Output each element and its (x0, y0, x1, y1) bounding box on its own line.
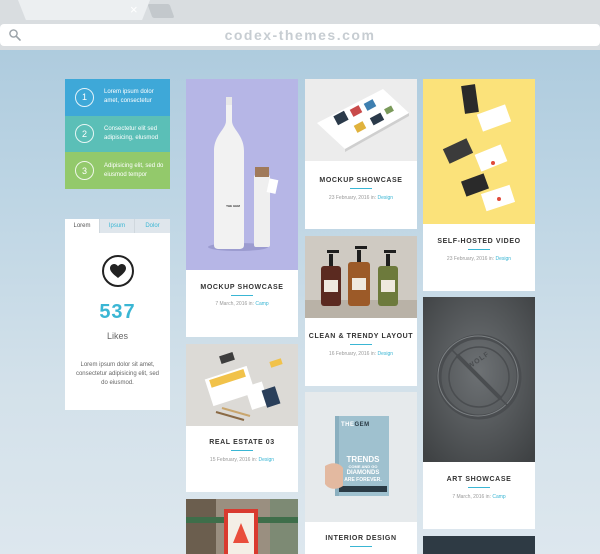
card-date: 16 February, 2016 in: (328, 351, 377, 357)
list-item[interactable]: 1 Lorem ipsum dolor amet, consectetur (65, 79, 170, 116)
browser-chrome: × codex-themes.com (0, 0, 600, 50)
likes-description: Lorem ipsum dolor sit amet, consectetur … (75, 362, 160, 386)
card-date: 23 February, 2016 in: (446, 256, 495, 262)
title-divider (231, 295, 253, 296)
title-divider (350, 546, 372, 547)
title-divider (468, 249, 490, 250)
card-image-business-cards (423, 79, 535, 224)
card-meta: 23 February, 2016 in: Design (423, 256, 535, 262)
step-text: Adipisicing elit, sed do eiusmod tempor (104, 162, 164, 178)
likes-label: Likes (106, 331, 128, 341)
step-text: Consectetur elit sed adipisicing, elusmo… (104, 125, 159, 141)
likes-tabs: Lorem Ipsum Dolor (65, 219, 170, 233)
book-brand-right: GEM (354, 422, 370, 428)
portfolio-card[interactable]: THE GEM MOCKUP SHOWCASE 7 March, 2016 in… (186, 79, 298, 337)
portfolio-card[interactable]: REAL ESTATE 03 15 February, 2016 in: Des… (186, 344, 298, 492)
portfolio-card[interactable]: CLEAN & TRENDY LAYOUT 16 February, 2016 … (305, 236, 417, 386)
portfolio-card[interactable]: MOCKUP SHOWCASE 23 February, 2016 in: De… (305, 79, 417, 229)
heart-icon (110, 264, 126, 278)
title-divider (231, 450, 253, 451)
card-title[interactable]: REAL ESTATE 03 (186, 439, 298, 446)
card-category-link[interactable]: Camp (255, 301, 268, 307)
card-meta: 16 February, 2016 in: Design (305, 351, 417, 357)
card-meta: 7 March, 2016 in: Camp (423, 494, 535, 500)
card-meta: 15 February, 2016 in: Design (186, 457, 298, 463)
card-image-soap-bottles (305, 236, 417, 318)
card-category-link[interactable]: Camp (492, 494, 505, 500)
tab-dolor[interactable]: Dolor (134, 219, 170, 233)
portfolio-card[interactable] (186, 499, 298, 554)
card-image-book: THEGEM TRENDS COME AND GO DIAMONDS ARE F… (305, 392, 417, 522)
book-brand-left: THE (341, 422, 355, 428)
title-divider (350, 188, 372, 189)
card-category-link[interactable]: Design (258, 457, 274, 463)
card-image-street (186, 499, 298, 554)
numbered-list-widget: 1 Lorem ipsum dolor amet, consectetur 2 … (65, 79, 170, 189)
book-brand: THEGEM (341, 422, 383, 428)
likes-count: 537 (99, 301, 136, 323)
card-meta: 23 February, 2016 in: Design (305, 195, 417, 201)
card-image-stationery (186, 344, 298, 426)
card-date: 7 March, 2016 in: (452, 494, 491, 500)
portfolio-card[interactable]: SELF-HOSTED VIDEO 23 February, 2016 in: … (423, 79, 535, 291)
bottle-label: THE GEM (226, 204, 240, 208)
card-image-stamp: WOLF (423, 297, 535, 462)
card-title[interactable]: INTERIOR DESIGN (305, 535, 417, 542)
card-date: 7 March, 2016 in: (215, 301, 254, 307)
card-title[interactable]: MOCKUP SHOWCASE (305, 177, 417, 184)
card-image-dark (423, 536, 535, 554)
heart-badge[interactable] (102, 255, 134, 287)
card-category-link[interactable]: Design (495, 256, 511, 262)
step-number: 2 (75, 124, 94, 144)
step-number: 1 (75, 87, 94, 107)
portfolio-card[interactable] (423, 536, 535, 554)
url-text: codex-themes.com (224, 27, 376, 43)
list-item[interactable]: 3 Adipisicing elit, sed do eiusmod tempo… (65, 152, 170, 189)
tab-lorem[interactable]: Lorem (65, 219, 99, 233)
book-headline-1: TRENDS (346, 455, 380, 464)
card-title[interactable]: SELF-HOSTED VIDEO (423, 238, 535, 245)
card-category-link[interactable]: Design (377, 195, 393, 201)
card-date: 15 February, 2016 in: (209, 457, 258, 463)
tab-ipsum[interactable]: Ipsum (99, 219, 134, 233)
list-item[interactable]: 2 Consectetur elit sed adipisicing, elus… (65, 115, 170, 153)
step-number: 3 (75, 161, 94, 181)
portfolio-card[interactable]: THEGEM TRENDS COME AND GO DIAMONDS ARE F… (305, 392, 417, 554)
book-headline-2: COME AND GO (348, 464, 378, 469)
new-tab-button[interactable] (147, 4, 175, 18)
card-title[interactable]: MOCKUP SHOWCASE (186, 284, 298, 291)
card-title[interactable]: ART SHOWCASE (423, 476, 535, 483)
title-divider (468, 487, 490, 488)
card-image-bottles: THE GEM (186, 79, 298, 270)
book-headline-4: ARE FOREVER. (344, 477, 382, 483)
book-headline: TRENDS COME AND GO DIAMONDS ARE FOREVER. (339, 456, 387, 484)
book-headline-3: DIAMONDS (346, 470, 380, 476)
title-divider (350, 344, 372, 345)
likes-widget: Lorem Ipsum Dolor 537 Likes Lorem ipsum … (65, 219, 170, 410)
step-text: Lorem ipsum dolor amet, consectetur (104, 89, 154, 105)
card-category-link[interactable]: Design (377, 351, 393, 357)
card-image-mockup (305, 79, 417, 161)
card-date: 23 February, 2016 in: (328, 195, 377, 201)
portfolio-card[interactable]: WOLF ART SHOWCASE 7 March, 2016 in: Camp (423, 297, 535, 529)
card-meta: 7 March, 2016 in: Camp (186, 301, 298, 307)
tab-close-icon[interactable]: × (130, 2, 138, 18)
card-title[interactable]: CLEAN & TRENDY LAYOUT (305, 333, 417, 340)
address-bar[interactable]: codex-themes.com (0, 24, 600, 46)
